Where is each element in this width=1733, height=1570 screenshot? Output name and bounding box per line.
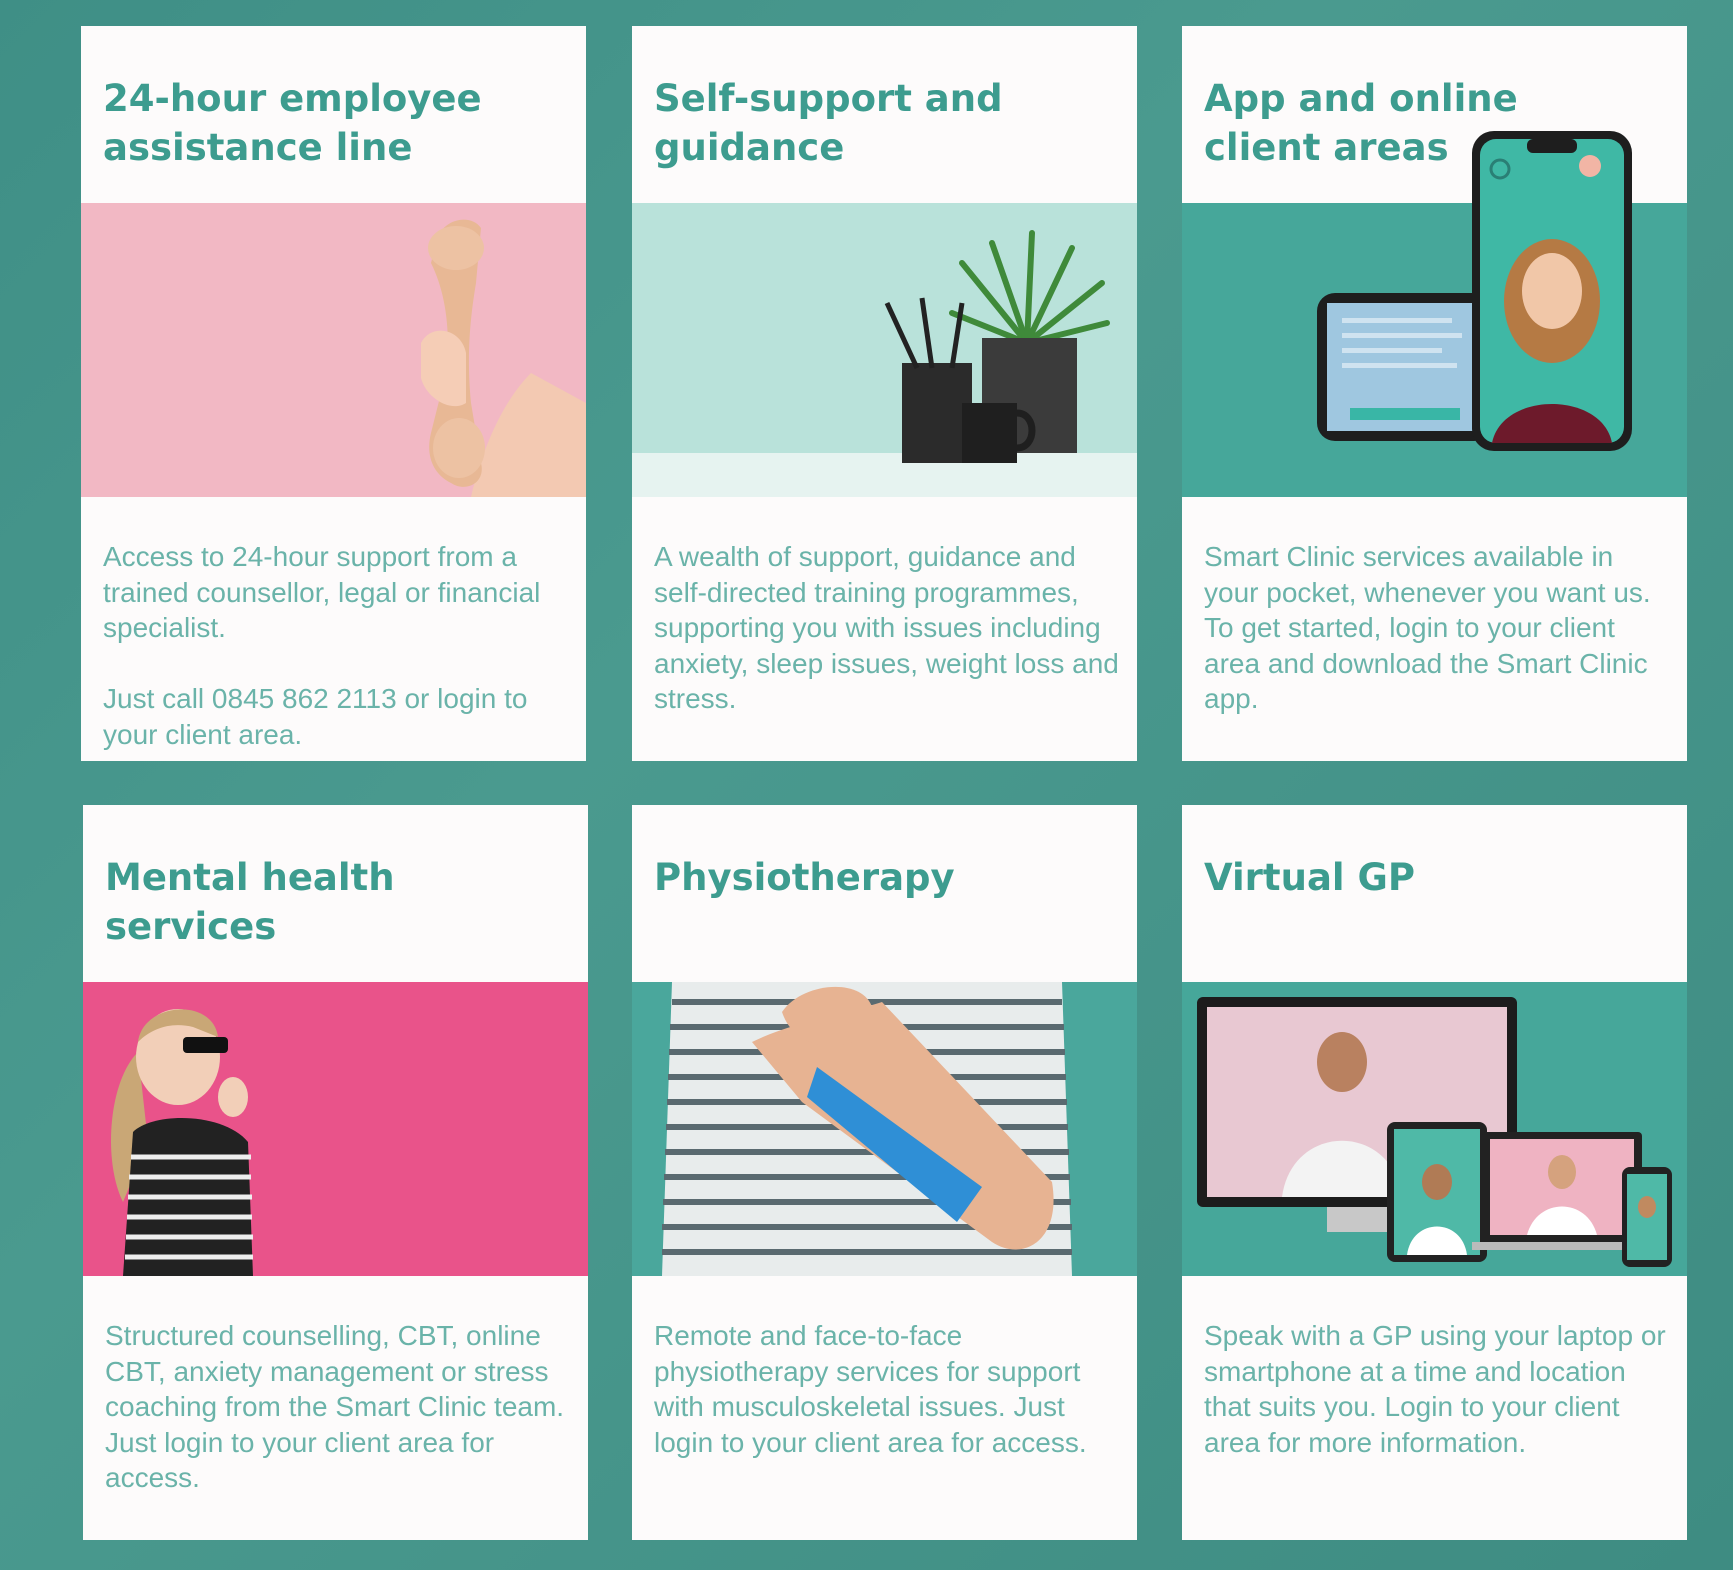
desk-plant-image [632, 203, 1137, 497]
video-call-phone-icon [1472, 131, 1632, 451]
service-card-employee-assistance[interactable]: 24-hour employee assistance line Access … [81, 26, 586, 761]
service-card-app-online[interactable]: App and online client areas Smart Clinic [1182, 26, 1687, 761]
physio-tape-arm-image [632, 982, 1137, 1276]
card-title: 24-hour employee assistance line [103, 77, 482, 169]
card-description: Access to 24-hour support from a trained… [103, 541, 541, 750]
card-description: Remote and face-to-face physiotherapy se… [654, 1320, 1087, 1458]
service-card-self-support[interactable]: Self-support and guidance A wealth of su… [632, 26, 1137, 761]
telephone-handset-image [81, 203, 586, 497]
service-card-physiotherapy[interactable]: Physiotherapy Remote and face-to-face ph… [632, 805, 1137, 1540]
card-title: Self-support and guidance [654, 77, 1003, 169]
card-title: Virtual GP [1204, 856, 1415, 899]
virtual-gp-devices-image [1182, 982, 1687, 1276]
services-grid: 24-hour employee assistance line Access … [0, 0, 1733, 1570]
card-title: Mental health services [105, 856, 395, 948]
service-card-mental-health[interactable]: Mental health services Structured counse… [83, 805, 588, 1540]
card-description: Smart Clinic services available in your … [1204, 541, 1651, 714]
card-title: Physiotherapy [654, 856, 955, 899]
card-description: Speak with a GP using your laptop or sma… [1204, 1320, 1666, 1458]
thinking-woman-image [83, 982, 588, 1276]
service-card-virtual-gp[interactable]: Virtual GP Speak with a GP using your la… [1182, 805, 1687, 1540]
card-description: Structured counselling, CBT, online CBT,… [105, 1320, 565, 1493]
card-description: A wealth of support, guidance and self-d… [654, 541, 1119, 714]
